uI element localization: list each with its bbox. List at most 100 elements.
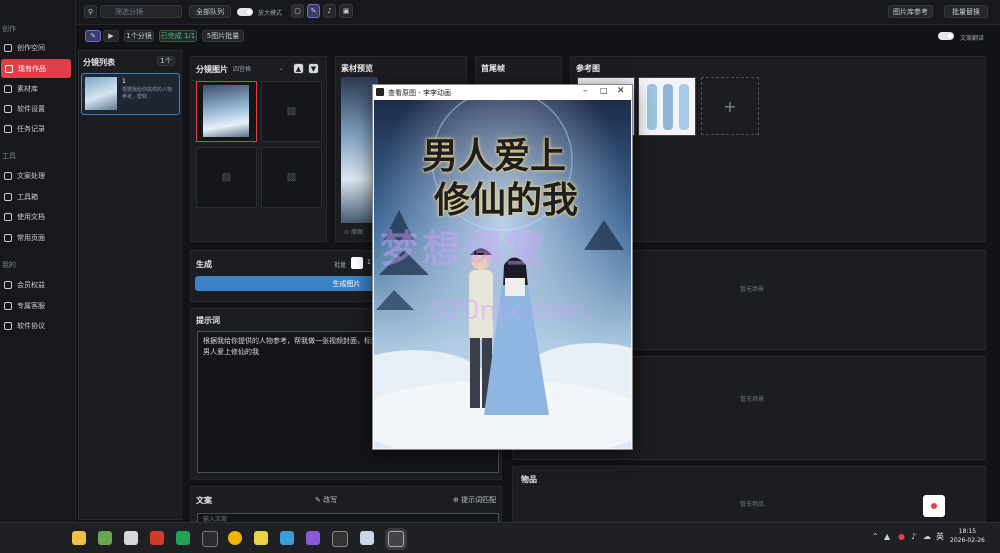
- shot-images-title: 分镜图片: [196, 65, 228, 74]
- image-ref-button[interactable]: 图片库参考: [888, 5, 933, 18]
- store-icon[interactable]: [98, 531, 112, 545]
- batch-replace-button[interactable]: 批量替换: [944, 5, 988, 18]
- view-edit-icon[interactable]: ✎: [85, 30, 101, 42]
- sidebar-item-agreement[interactable]: 软件协议: [0, 316, 70, 335]
- filter-icon[interactable]: ⚲: [84, 5, 97, 18]
- gear-icon: [4, 104, 12, 113]
- poster-image: 男人爱上 修仙的我: [374, 100, 631, 448]
- maximize-icon[interactable]: □: [600, 86, 608, 95]
- prop-title: 物品: [521, 475, 537, 484]
- figure-shape: [647, 84, 657, 130]
- qty-value[interactable]: 1: [367, 259, 371, 266]
- sidebar-item-workspace[interactable]: 创作空间: [0, 38, 70, 57]
- prop-panel: 物品 暂无物品: [512, 466, 986, 522]
- app-tray-icon[interactable]: ●: [898, 532, 905, 541]
- empty-scene-text: 暂无场景: [740, 286, 765, 293]
- storyboard-thumbnail: [85, 77, 117, 110]
- shot-slot-image-icon[interactable]: ▨: [196, 147, 257, 208]
- poster-title-line1: 男人爱上: [422, 135, 567, 177]
- queue-button[interactable]: 全部队列: [189, 5, 231, 18]
- book-icon: [4, 212, 12, 221]
- sidebar-item-service[interactable]: 专属客服: [0, 296, 70, 315]
- shot-image-selected[interactable]: [196, 81, 257, 142]
- reference-image-2[interactable]: [638, 77, 696, 136]
- figure-shape: [663, 84, 673, 130]
- sidebar-item-text[interactable]: 文案处理: [0, 166, 70, 185]
- headset-icon: [4, 301, 12, 310]
- mic-icon[interactable]: ♪: [323, 4, 336, 18]
- rewrite-button[interactable]: ✎ 改写: [315, 495, 337, 505]
- network-icon[interactable]: ▲: [884, 532, 890, 541]
- qty-checkbox[interactable]: [351, 257, 363, 269]
- record-icon: [931, 503, 937, 509]
- watermark-url: 520ntx.com: [430, 296, 586, 326]
- close-icon[interactable]: ✕: [617, 86, 625, 96]
- sidebar-item-pages[interactable]: 常用页面: [0, 228, 70, 247]
- notes-icon[interactable]: [254, 531, 268, 545]
- material-preview-title: 素材预览: [341, 64, 373, 73]
- active-app-icon[interactable]: [388, 531, 404, 547]
- prompt-match-button[interactable]: ⊕ 提示词匹配: [453, 495, 496, 505]
- zoom-label: 放大模式: [258, 10, 283, 17]
- shot-slot-image-icon[interactable]: ▨: [261, 147, 322, 208]
- minimize-icon[interactable]: –: [583, 86, 588, 96]
- ime-indicator[interactable]: 英: [936, 531, 944, 542]
- sidebar-item-docs[interactable]: 使用文档: [0, 207, 70, 226]
- app-icon[interactable]: [360, 531, 374, 545]
- sidebar-item-works[interactable]: 现有作品: [1, 59, 71, 78]
- arrow-up-icon[interactable]: ▲: [293, 63, 304, 74]
- chrome-icon[interactable]: [228, 531, 242, 545]
- view-play-icon[interactable]: ▶: [103, 30, 119, 42]
- material-preview-caption: ⊙ 原图: [344, 229, 363, 236]
- sidebar-section-tools: 工具: [2, 152, 16, 160]
- viewer-titlebar: 查看原图 - 李李动画 – □ ✕: [373, 85, 632, 100]
- shot-thumbnail: [203, 85, 249, 137]
- shot-slot-image-icon[interactable]: ▨: [261, 81, 322, 142]
- app-icon[interactable]: [306, 531, 320, 545]
- clock[interactable]: 18:15 2026-02-26: [950, 527, 985, 545]
- storyboard-title: 分镜列表: [83, 58, 115, 67]
- storyboard-item[interactable]: 1 根据我给你提供的人物参考，帮我...: [81, 73, 180, 115]
- sidebar-item-tasks[interactable]: 任务记录: [0, 119, 70, 138]
- speaker-icon[interactable]: ♪: [911, 532, 916, 541]
- file-explorer-icon[interactable]: [72, 531, 86, 545]
- sidebar-item-toolbox[interactable]: 工具箱: [0, 187, 70, 206]
- capcut-icon[interactable]: [332, 531, 348, 547]
- top-toolbar: ⚲ 筛选分镜 全部队列 放大模式 ▢ ✎ ♪ ▣ 图片库参考 批量替换: [76, 0, 1000, 25]
- sidebar-section-create: 创作: [2, 25, 16, 33]
- app-icon[interactable]: [280, 531, 294, 545]
- add-reference-button[interactable]: +: [701, 77, 759, 135]
- generate-title: 生成: [196, 260, 212, 269]
- script-panel: 文案 ✎ 改写 ⊕ 提示词匹配 输入文案: [190, 486, 502, 523]
- cloud-icon[interactable]: ☁: [923, 532, 931, 541]
- prompt-title: 提示词: [196, 316, 220, 325]
- shield-icon: [4, 321, 12, 330]
- sidebar: 创作 创作空间 现有作品 素材库 软件设置 任务记录 工具 文案处理 工具箱 使…: [0, 0, 76, 522]
- grid-select[interactable]: 四宫格: [233, 64, 251, 73]
- zoom-toggle[interactable]: [237, 8, 253, 16]
- sidebar-item-materials[interactable]: 素材库: [0, 79, 70, 98]
- chevron-up-icon[interactable]: ⌃: [872, 532, 879, 541]
- image-batch-button[interactable]: 5图片批量: [202, 30, 244, 42]
- translate-toggle[interactable]: [938, 32, 954, 40]
- folder-icon[interactable]: ▢: [291, 4, 304, 18]
- pen-icon: [5, 64, 13, 73]
- search-input[interactable]: 筛选分镜: [100, 5, 182, 18]
- windows-taskbar: ⌃ ▲ ● ♪ ☁ 英 18:15 2026-02-26: [0, 522, 1000, 553]
- mail-icon[interactable]: [124, 531, 138, 545]
- image-icon[interactable]: ▣: [339, 4, 353, 18]
- edit-icon[interactable]: ✎: [307, 4, 320, 18]
- arrow-down-icon[interactable]: ▼: [308, 63, 319, 74]
- capcut-icon[interactable]: [202, 531, 218, 547]
- bookmark-icon: [4, 233, 12, 242]
- clock-icon: [4, 124, 12, 133]
- sidebar-item-membership[interactable]: 会员权益: [0, 275, 70, 294]
- storyboard-panel: 分镜列表 1个 1 根据我给你提供的人物参考，帮我...: [78, 50, 182, 520]
- sidebar-item-settings[interactable]: 软件设置: [0, 99, 70, 118]
- chevron-down-icon[interactable]: ⌄: [279, 65, 284, 72]
- wechat-icon[interactable]: [176, 531, 190, 545]
- record-button[interactable]: [923, 495, 945, 517]
- qty-label: 批量: [334, 262, 347, 269]
- wps-icon[interactable]: [150, 531, 164, 545]
- storyboard-index: 1: [122, 78, 126, 85]
